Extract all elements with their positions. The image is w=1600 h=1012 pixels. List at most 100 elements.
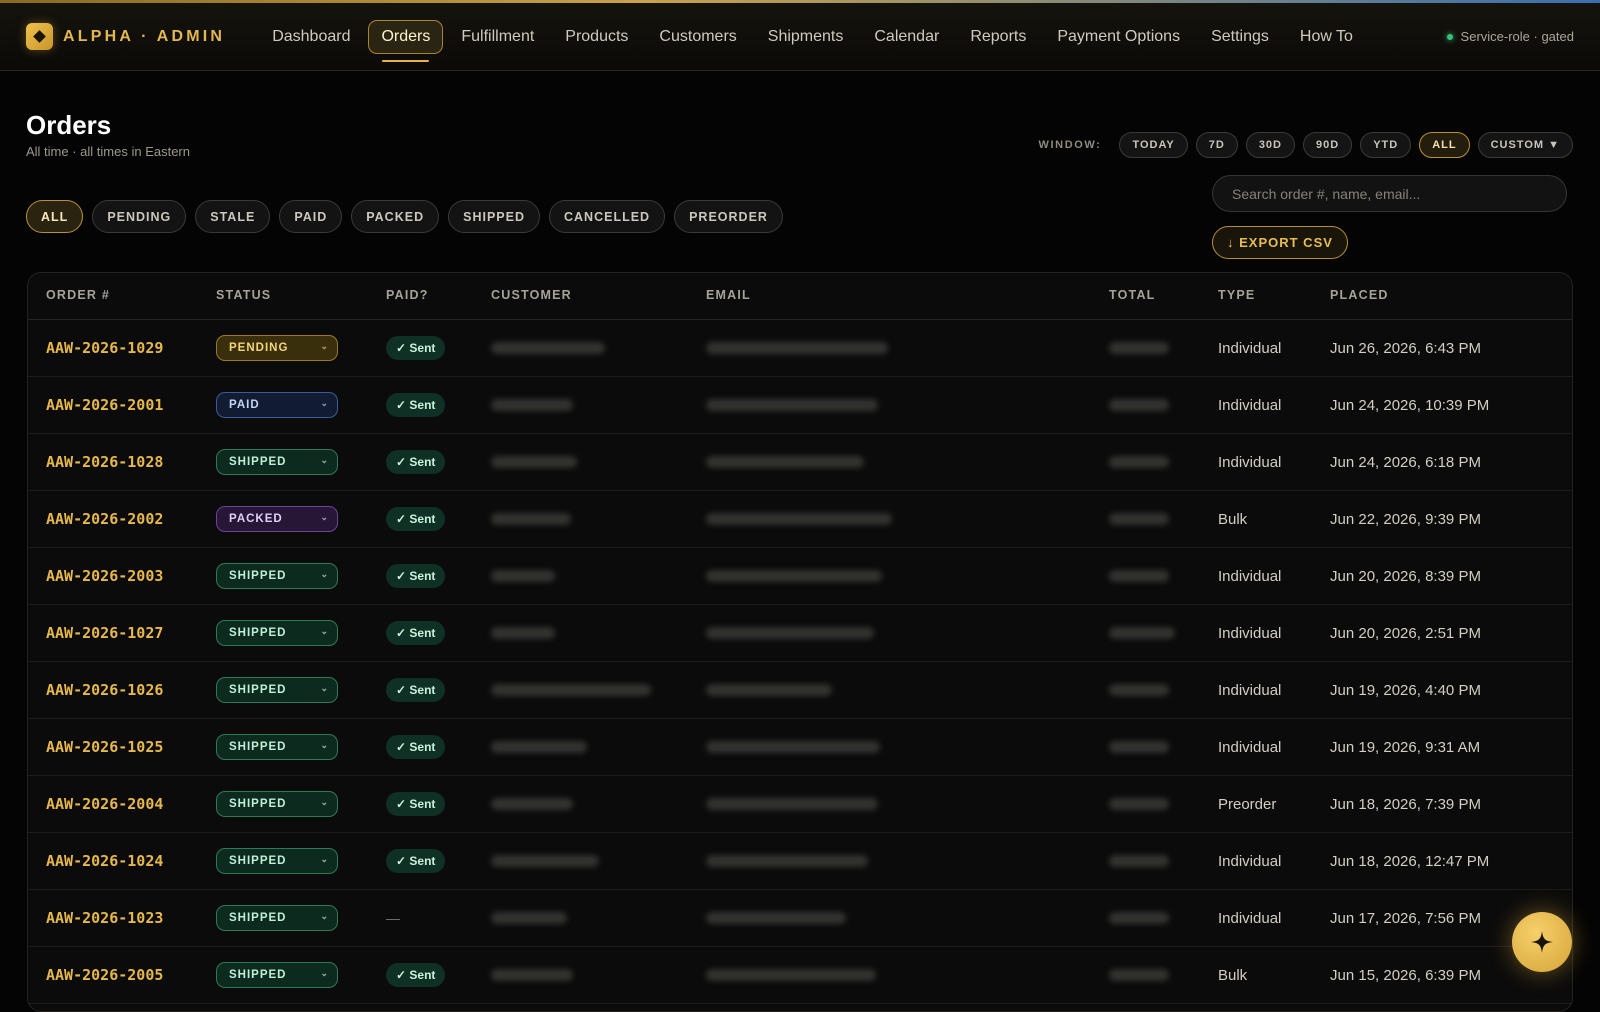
- export-csv-button[interactable]: ↓ EXPORT CSV: [1212, 226, 1348, 259]
- table-row[interactable]: AAW-2026-1026 SHIPPED ⌄ ✓ Sent Individual Jun…: [28, 662, 1572, 719]
- assistant-fab-button[interactable]: [1512, 912, 1572, 972]
- order-number-link[interactable]: AAW-2026-1027: [46, 624, 163, 642]
- table-cell: ✓ Sent: [386, 662, 446, 718]
- order-number-link[interactable]: AAW-2026-1029: [46, 339, 163, 357]
- column-header-customer[interactable]: CUSTOMER: [491, 288, 572, 302]
- total-redacted: [1109, 456, 1169, 468]
- column-header-paid[interactable]: PAID?: [386, 288, 429, 302]
- table-cell: [491, 890, 567, 946]
- table-row[interactable]: AAW-2026-1025 SHIPPED ⌄ ✓ Sent Individual Jun…: [28, 719, 1572, 776]
- nav-item-reports[interactable]: Reports: [957, 20, 1039, 54]
- window-option-custom[interactable]: CUSTOM ▼: [1477, 132, 1573, 158]
- order-number-link[interactable]: AAW-2026-1023: [46, 909, 163, 927]
- window-option-30d[interactable]: 30D: [1245, 132, 1295, 158]
- table-row[interactable]: AAW-2026-1029 PENDING ⌄ ✓ Sent Individual Jun…: [28, 320, 1572, 377]
- filter-preorder[interactable]: PREORDER: [674, 200, 783, 233]
- nav-item-how-to[interactable]: How To: [1287, 20, 1366, 54]
- paid-sent-badge: ✓ Sent: [386, 393, 446, 417]
- filter-paid[interactable]: PAID: [279, 200, 343, 233]
- order-number-link[interactable]: AAW-2026-1024: [46, 852, 163, 870]
- status-dropdown[interactable]: SHIPPED ⌄: [216, 449, 338, 475]
- table-row[interactable]: AAW-2026-1028 SHIPPED ⌄ ✓ Sent Individual Jun…: [28, 434, 1572, 491]
- column-header-email[interactable]: EMAIL: [706, 288, 751, 302]
- table-cell: [706, 377, 878, 433]
- order-type: Individual: [1218, 396, 1282, 414]
- order-number-link[interactable]: AAW-2026-2001: [46, 396, 163, 414]
- placed-date: Jun 24, 2026, 10:39 PM: [1330, 396, 1490, 414]
- status-dropdown[interactable]: SHIPPED ⌄: [216, 848, 338, 874]
- nav-item-shipments[interactable]: Shipments: [755, 20, 857, 54]
- column-header-order[interactable]: ORDER #: [46, 288, 110, 302]
- filter-pending[interactable]: PENDING: [92, 200, 187, 233]
- window-option-7d[interactable]: 7D: [1195, 132, 1238, 158]
- table-cell: [706, 491, 892, 547]
- status-dropdown[interactable]: SHIPPED ⌄: [216, 791, 338, 817]
- table-row[interactable]: AAW-2026-1023 SHIPPED ⌄ — Individual Jun 17, …: [28, 890, 1572, 947]
- status-dropdown[interactable]: SHIPPED ⌄: [216, 677, 338, 703]
- table-row[interactable]: AAW-2026-1024 SHIPPED ⌄ ✓ Sent Individual Jun…: [28, 833, 1572, 890]
- paid-sent-badge: ✓ Sent: [386, 336, 446, 360]
- status-dropdown[interactable]: SHIPPED ⌄: [216, 905, 338, 931]
- status-dropdown[interactable]: SHIPPED ⌄: [216, 734, 338, 760]
- window-option-all[interactable]: ALL: [1419, 132, 1470, 158]
- search-input[interactable]: [1212, 175, 1567, 212]
- brand[interactable]: ALPHA · ADMIN: [26, 23, 225, 50]
- filter-shipped[interactable]: SHIPPED: [448, 200, 540, 233]
- table-row[interactable]: AAW-2026-2003 SHIPPED ⌄ ✓ Sent Individual Jun…: [28, 548, 1572, 605]
- status-dropdown[interactable]: SHIPPED ⌄: [216, 563, 338, 589]
- nav-item-customers[interactable]: Customers: [646, 20, 749, 54]
- email-redacted: [706, 741, 880, 753]
- filter-packed[interactable]: PACKED: [351, 200, 440, 233]
- paid-sent-badge: ✓ Sent: [386, 507, 446, 531]
- table-cell: Individual: [1218, 548, 1281, 604]
- chevron-down-icon: ⌄: [320, 968, 329, 978]
- status-dropdown[interactable]: SHIPPED ⌄: [216, 620, 338, 646]
- nav-item-orders[interactable]: Orders: [368, 19, 444, 62]
- filter-stale[interactable]: STALE: [195, 200, 271, 233]
- order-type: Individual: [1218, 852, 1282, 870]
- window-option-today[interactable]: TODAY: [1119, 132, 1188, 158]
- order-number-link[interactable]: AAW-2026-2002: [46, 510, 163, 528]
- filter-all[interactable]: ALL: [26, 200, 84, 233]
- table-cell: Jun 24, 2026, 10:39 PM: [1330, 377, 1489, 433]
- table-cell: PACKED ⌄: [216, 491, 338, 547]
- customer-name-redacted: [491, 798, 573, 810]
- nav-item-calendar[interactable]: Calendar: [861, 20, 952, 54]
- order-number-link[interactable]: AAW-2026-2005: [46, 966, 163, 984]
- table-row[interactable]: AAW-2026-1027 SHIPPED ⌄ ✓ Sent Individual Jun…: [28, 605, 1572, 662]
- nav-item-dashboard[interactable]: Dashboard: [259, 20, 363, 54]
- email-redacted: [706, 627, 874, 639]
- table-row[interactable]: AAW-2026-2001 PAID ⌄ ✓ Sent Individual Jun 24…: [28, 377, 1572, 434]
- table-cell: [1109, 434, 1169, 490]
- status-dropdown[interactable]: PENDING ⌄: [216, 335, 338, 361]
- nav-item-fulfillment[interactable]: Fulfillment: [448, 20, 547, 54]
- status-dropdown[interactable]: SHIPPED ⌄: [216, 962, 338, 988]
- nav-item-payment-options[interactable]: Payment Options: [1044, 20, 1193, 54]
- email-redacted: [706, 798, 878, 810]
- window-label: WINDOW:: [1038, 139, 1102, 151]
- order-number-link[interactable]: AAW-2026-2004: [46, 795, 163, 813]
- filter-cancelled[interactable]: CANCELLED: [549, 200, 666, 233]
- nav-item-settings[interactable]: Settings: [1198, 20, 1282, 54]
- nav-item-products[interactable]: Products: [552, 20, 641, 54]
- column-header-type[interactable]: TYPE: [1218, 288, 1255, 302]
- status-dot-icon: [1446, 33, 1453, 40]
- column-header-total[interactable]: TOTAL: [1109, 288, 1156, 302]
- status-dropdown[interactable]: PACKED ⌄: [216, 506, 338, 532]
- order-number-link[interactable]: AAW-2026-2003: [46, 567, 163, 585]
- status-dropdown[interactable]: PAID ⌄: [216, 392, 338, 418]
- table-row[interactable]: AAW-2026-2005 SHIPPED ⌄ ✓ Sent Bulk Jun 15, 2…: [28, 947, 1572, 1004]
- order-number-link[interactable]: AAW-2026-1026: [46, 681, 163, 699]
- order-number-link[interactable]: AAW-2026-1028: [46, 453, 163, 471]
- window-option-ytd[interactable]: YTD: [1360, 132, 1412, 158]
- total-redacted: [1109, 570, 1169, 582]
- column-header-status[interactable]: STATUS: [216, 288, 271, 302]
- table-row[interactable]: AAW-2026-2002 PACKED ⌄ ✓ Sent Bulk Jun 22, 20…: [28, 491, 1572, 548]
- table-cell: [1109, 491, 1169, 547]
- customer-name-redacted: [491, 399, 573, 411]
- table-cell: Individual: [1218, 377, 1281, 433]
- table-row[interactable]: AAW-2026-2004 SHIPPED ⌄ ✓ Sent Preorder Jun 1…: [28, 776, 1572, 833]
- column-header-placed[interactable]: PLACED: [1330, 288, 1389, 302]
- order-number-link[interactable]: AAW-2026-1025: [46, 738, 163, 756]
- window-option-90d[interactable]: 90D: [1303, 132, 1353, 158]
